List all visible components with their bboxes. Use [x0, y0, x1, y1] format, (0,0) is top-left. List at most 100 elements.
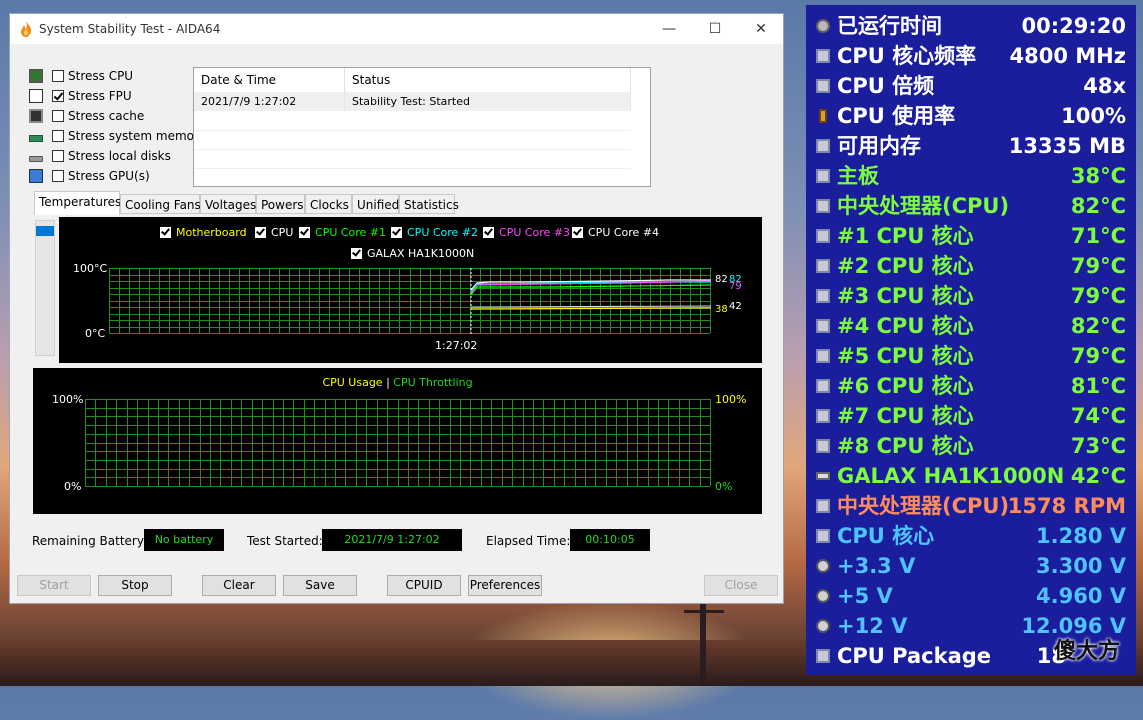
temp-legend-item[interactable]: CPU Core #1: [299, 225, 386, 239]
osd-label: +12 V: [837, 614, 908, 638]
log-cell-datetime: 2021/7/9 1:27:02: [194, 92, 345, 111]
window-title: System Stability Test - AIDA64: [39, 22, 221, 36]
gpu-icon: [29, 169, 43, 183]
cpuid-button[interactable]: CPUID: [387, 575, 461, 596]
legend-checkbox[interactable]: [572, 226, 583, 238]
cpu-icon: [816, 259, 830, 273]
stop-button[interactable]: Stop: [98, 575, 172, 596]
stress-checkbox[interactable]: [52, 150, 64, 162]
disk-icon: [29, 155, 43, 162]
stress-checkbox[interactable]: [52, 130, 64, 142]
maximize-button[interactable]: ☐: [692, 14, 738, 44]
osd-label: #7 CPU 核心: [837, 404, 974, 428]
close-window-button[interactable]: ✕: [738, 14, 784, 44]
cpu-usage-plot: [85, 399, 711, 487]
osd-value: 81°C: [1070, 374, 1126, 398]
temp-legend-item[interactable]: CPU: [255, 225, 293, 239]
osd-value: 42°C: [1070, 464, 1126, 488]
voltage-icon: [816, 619, 830, 633]
tab-clocks[interactable]: Clocks: [305, 194, 352, 214]
osd-label: 可用内存: [837, 134, 921, 158]
sensor-osd-panel: 已运行时间 00:29:20 CPU 核心频率 4800 MHz CPU 倍频 48x CP…: [806, 5, 1136, 675]
drive-icon: [816, 472, 830, 480]
stress-option[interactable]: Stress CPU: [29, 67, 133, 85]
tab-voltages[interactable]: Voltages: [200, 194, 256, 214]
stress-option[interactable]: Stress local disks: [29, 147, 171, 165]
stress-option[interactable]: Stress system memory: [29, 127, 206, 145]
stress-option[interactable]: Stress FPU: [29, 87, 132, 105]
tab-cooling-fans[interactable]: Cooling Fans: [120, 194, 201, 214]
stress-option[interactable]: Stress cache: [29, 107, 144, 125]
tab-statistics[interactable]: Statistics: [399, 194, 459, 214]
cpu-usage-graph: CPU Usage | CPU Throttling 100% 0% 100% …: [33, 368, 762, 514]
tab-unified[interactable]: Unified: [352, 194, 399, 214]
tab-temperatures[interactable]: Temperatures: [34, 191, 121, 215]
cpu-throttling-legend-label: CPU Throttling: [393, 376, 473, 389]
temp-legend-item[interactable]: Motherboard: [160, 225, 247, 239]
tab-powers[interactable]: Powers: [256, 194, 305, 214]
log-row-empty: [194, 168, 631, 187]
usage-y-max-left: 100%: [52, 393, 84, 406]
osd-row: #1 CPU 核心 71°C: [806, 221, 1136, 251]
cpu-icon: [816, 649, 830, 663]
stress-option-label: Stress system memory: [68, 129, 207, 143]
end-label-core-3: 79: [729, 281, 742, 292]
cpu-icon: [816, 229, 830, 243]
legend-checkbox[interactable]: [391, 226, 402, 238]
osd-row: 已运行时间 00:29:20: [806, 11, 1136, 41]
end-label-motherboard: 38: [715, 304, 728, 315]
motherboard-temp-line: [470, 307, 711, 310]
legend-label: CPU Core #1: [315, 225, 387, 239]
osd-label: #1 CPU 核心: [837, 224, 974, 248]
osd-label: 主板: [837, 164, 879, 188]
scroll-thumb[interactable]: [36, 226, 54, 236]
temp-legend-item[interactable]: CPU Core #3: [483, 225, 570, 239]
legend-label: CPU Core #2: [407, 225, 479, 239]
osd-label: #5 CPU 核心: [837, 344, 974, 368]
temperature-plot: [109, 268, 711, 334]
event-log-table: Date & Time Status 2021/7/9 1:27:02 Stab…: [193, 67, 651, 187]
osd-row: GALAX HA1K1000N 42°C: [806, 461, 1136, 491]
osd-label: CPU Package: [837, 644, 992, 668]
legend-checkbox[interactable]: [351, 247, 362, 259]
legend-checkbox[interactable]: [255, 226, 266, 238]
log-row[interactable]: 2021/7/9 1:27:02 Stability Test: Started: [194, 92, 631, 111]
osd-row: 主板 38°C: [806, 161, 1136, 191]
graph-scrollbar[interactable]: [35, 220, 55, 356]
cpu-icon: [816, 499, 830, 513]
osd-row: 可用内存 13335 MB: [806, 131, 1136, 161]
osd-row: CPU 倍频 48x: [806, 71, 1136, 101]
clock-icon: [816, 19, 830, 33]
preferences-button[interactable]: Preferences: [468, 575, 542, 596]
stress-option[interactable]: Stress GPU(s): [29, 167, 150, 185]
legend-checkbox[interactable]: [483, 226, 494, 238]
log-header-status[interactable]: Status: [345, 68, 631, 92]
osd-value: 1578 RPM: [1007, 494, 1126, 518]
osd-label: 中央处理器(CPU): [837, 194, 1010, 218]
log-header-datetime[interactable]: Date & Time: [194, 68, 345, 92]
stress-checkbox[interactable]: [52, 110, 64, 122]
stress-checkbox[interactable]: [52, 70, 64, 82]
temp-legend-item[interactable]: CPU Core #4: [572, 225, 659, 239]
start-button[interactable]: Start: [17, 575, 91, 596]
watermark: 傻大方: [1054, 639, 1121, 664]
osd-label: #8 CPU 核心: [837, 434, 974, 458]
stress-checkbox[interactable]: [52, 170, 64, 182]
cpu-icon: [816, 289, 830, 303]
clear-button[interactable]: Clear: [202, 575, 276, 596]
temp-legend-item[interactable]: GALAX HA1K1000N: [351, 246, 474, 260]
cpu-icon: [816, 199, 830, 213]
osd-row: 中央处理器(CPU) 1578 RPM: [806, 491, 1136, 521]
stability-test-window: System Stability Test - AIDA64 — ☐ ✕ Str…: [9, 13, 784, 604]
temp-legend-item[interactable]: CPU Core #2: [391, 225, 478, 239]
close-button[interactable]: Close: [704, 575, 778, 596]
legend-checkbox[interactable]: [299, 226, 310, 238]
osd-value: 38°C: [1070, 164, 1126, 188]
osd-label: CPU 倍频: [837, 74, 935, 98]
minimize-button[interactable]: —: [646, 14, 692, 44]
legend-checkbox[interactable]: [160, 226, 171, 238]
stress-checkbox[interactable]: [52, 90, 64, 102]
cpu-icon: [816, 409, 830, 423]
title-bar[interactable]: System Stability Test - AIDA64 — ☐ ✕: [10, 14, 783, 44]
save-button[interactable]: Save: [283, 575, 357, 596]
